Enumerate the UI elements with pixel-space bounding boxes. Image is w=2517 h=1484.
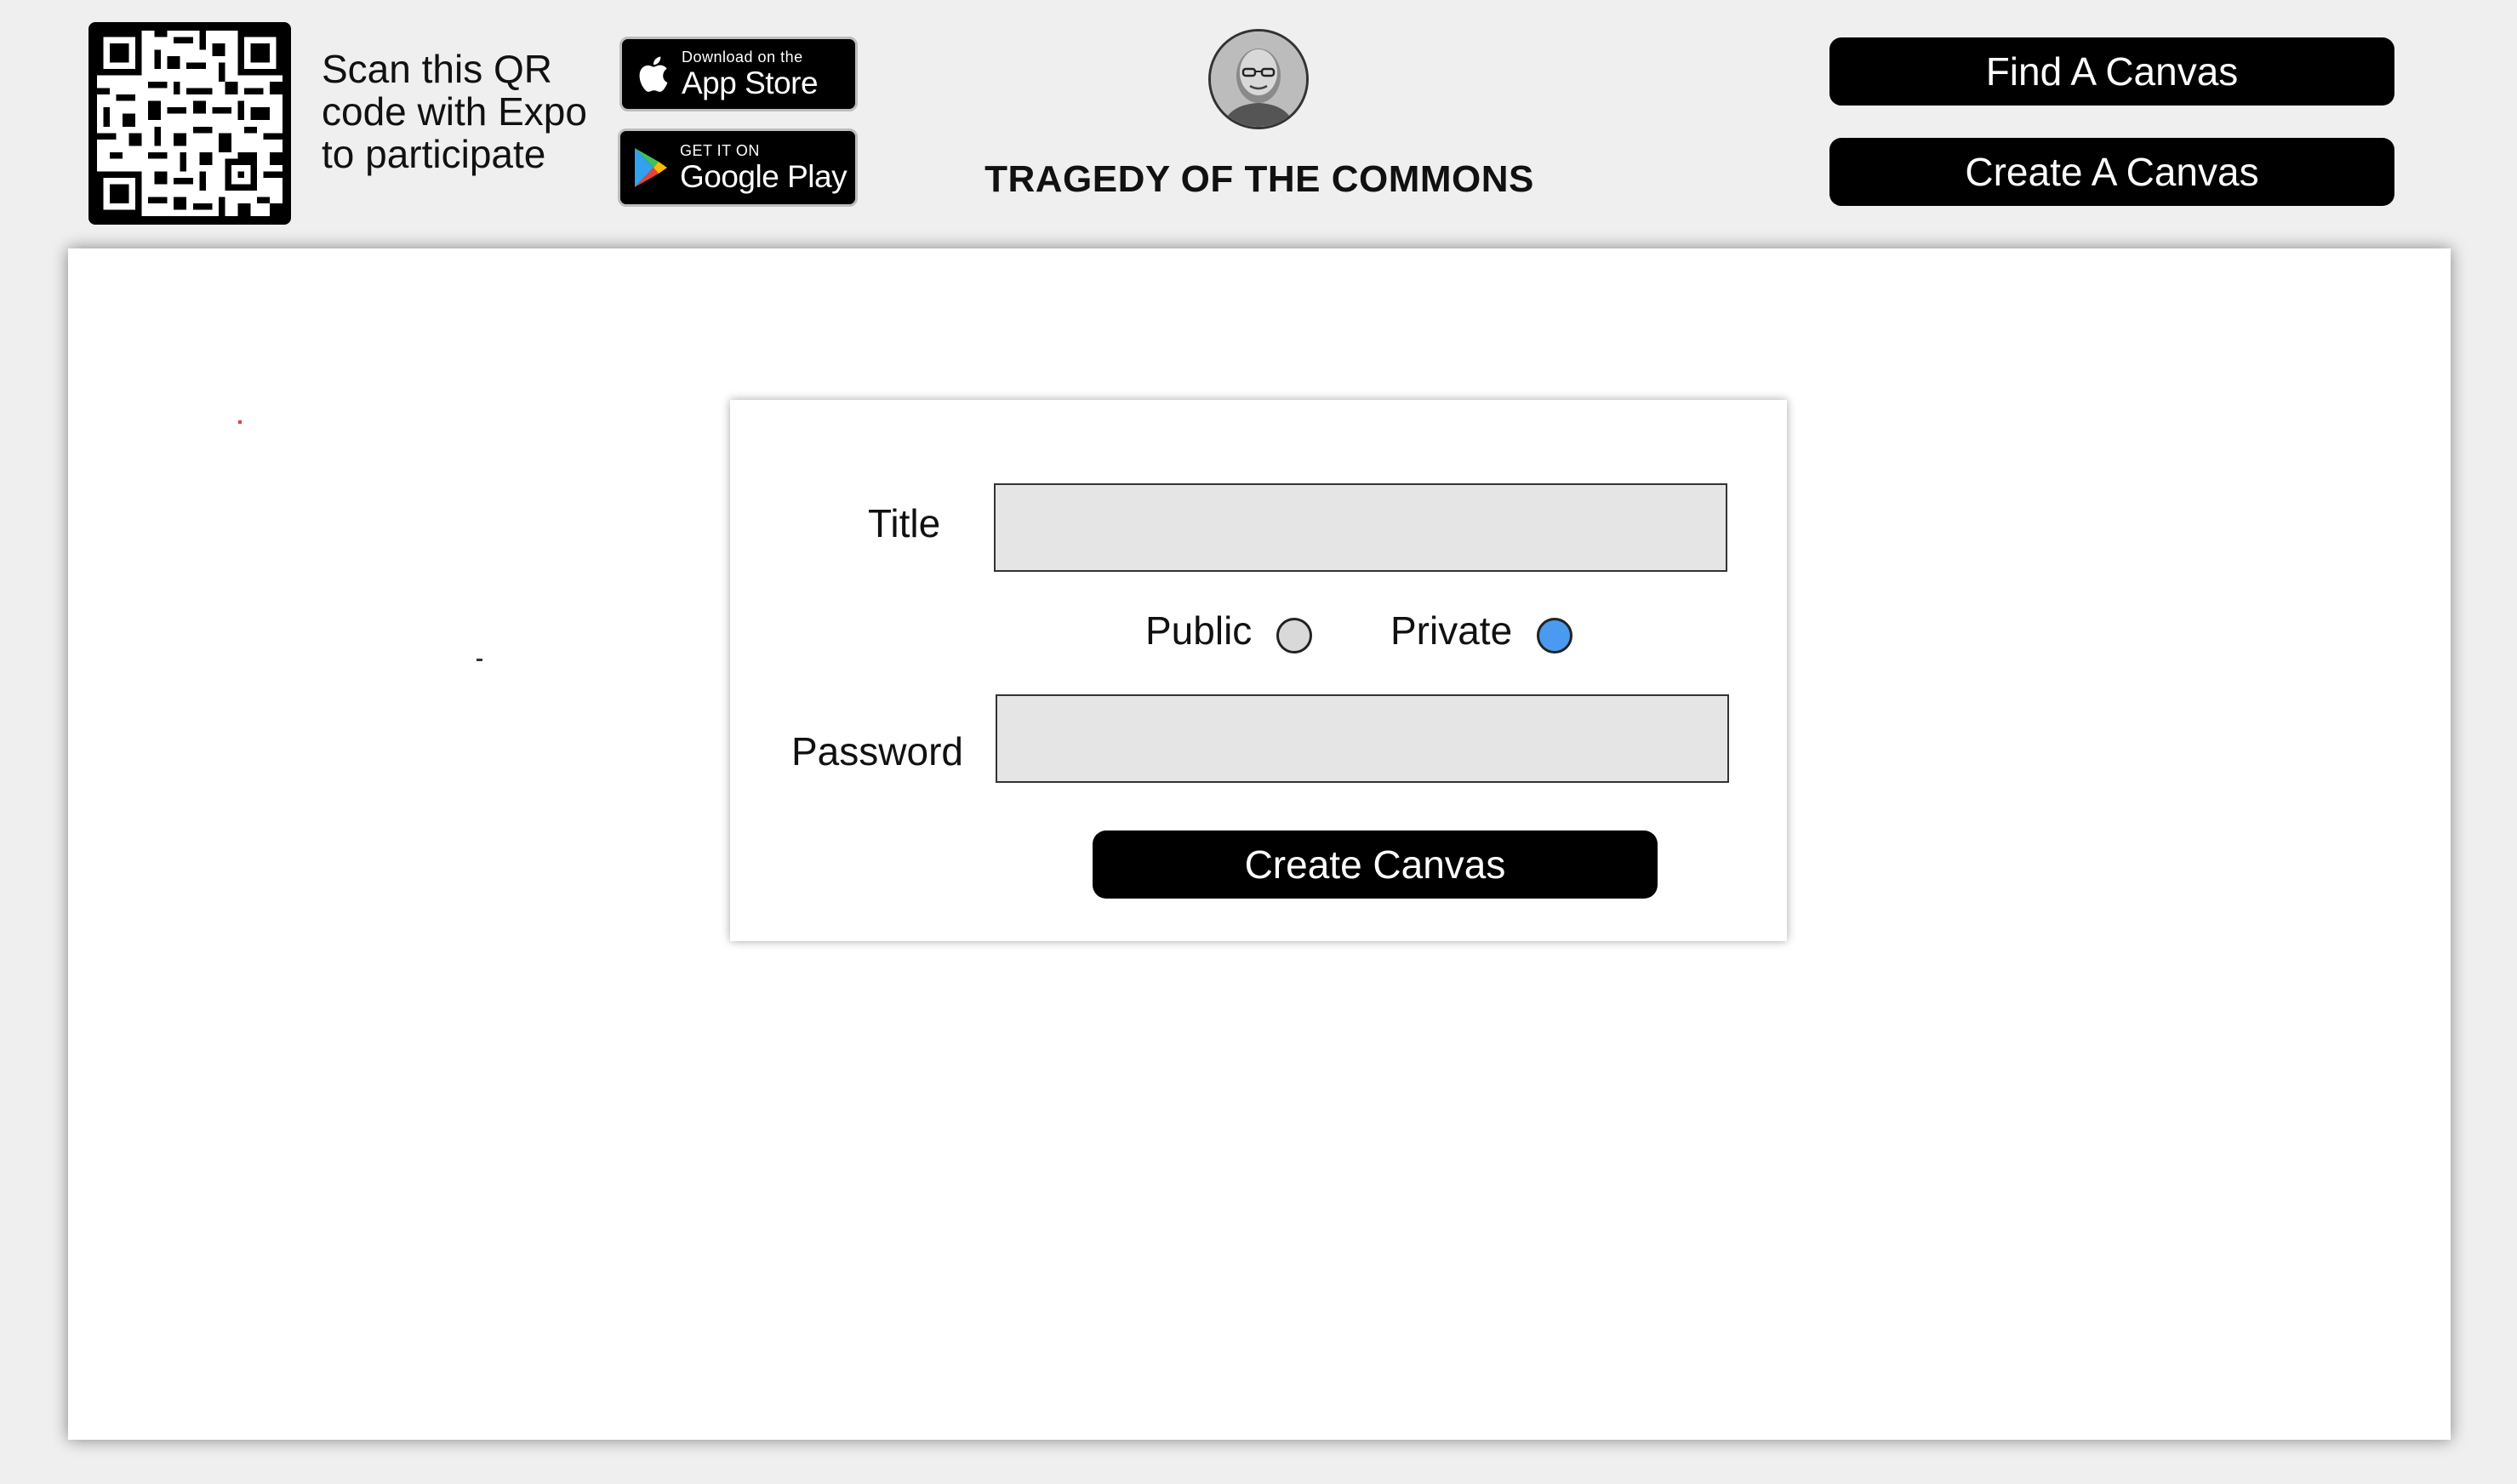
private-radio[interactable] — [1537, 618, 1572, 654]
app-store-badge[interactable]: Download on the App Store — [619, 37, 858, 111]
avatar — [1208, 29, 1309, 129]
find-canvas-button[interactable]: Find A Canvas — [1829, 37, 2394, 106]
qr-code — [88, 22, 291, 225]
title-label: Title — [868, 501, 941, 545]
qr-instruction-text: Scan this QR code with Expo to participa… — [322, 47, 587, 176]
password-input[interactable] — [996, 694, 1729, 783]
canvas-pixel — [477, 659, 482, 661]
canvas-pixel — [238, 420, 242, 424]
create-canvas-form: Title Public Private Password Create Can… — [730, 400, 1787, 941]
google-play-badge[interactable]: GET IT ON Google Play — [618, 128, 858, 207]
create-canvas-submit-button[interactable]: Create Canvas — [1093, 830, 1658, 899]
title-input[interactable] — [994, 483, 1727, 572]
apple-icon — [622, 53, 682, 95]
app-title: TRAGEDY OF THE COMMONS — [985, 158, 1534, 200]
google-play-big-text: Google Play — [680, 159, 848, 194]
public-label: Public — [1145, 608, 1253, 653]
header: Scan this QR code with Expo to participa… — [0, 0, 2517, 247]
drawing-canvas[interactable]: Title Public Private Password Create Can… — [68, 248, 2451, 1440]
google-play-small-text: GET IT ON — [680, 142, 760, 159]
google-play-icon — [620, 146, 680, 189]
private-label: Private — [1390, 608, 1513, 653]
public-radio[interactable] — [1276, 618, 1312, 654]
create-canvas-nav-button[interactable]: Create A Canvas — [1829, 138, 2394, 206]
app-store-small-text: Download on the — [682, 49, 803, 66]
password-label: Password — [791, 729, 963, 773]
app-store-big-text: App Store — [682, 66, 819, 100]
